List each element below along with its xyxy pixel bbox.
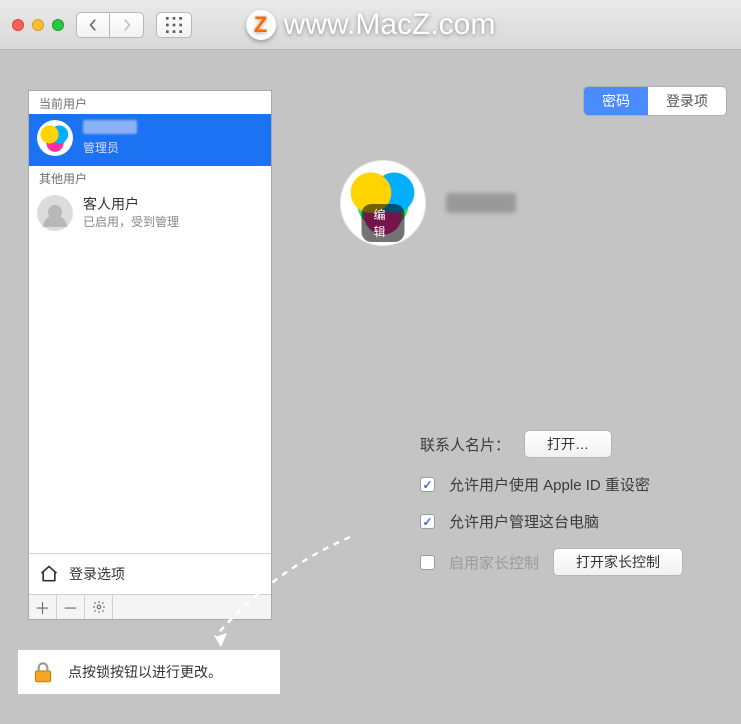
minimize-window-button[interactable] — [32, 19, 44, 31]
lock-bar[interactable]: 点按锁按钮以进行更改。 — [18, 650, 280, 694]
sidebar-user-current[interactable]: 管理员 — [29, 114, 271, 166]
lock-bar-text: 点按锁按钮以进行更改。 — [68, 662, 222, 682]
lock-icon — [30, 659, 56, 685]
user-actions-button[interactable] — [85, 595, 113, 619]
avatar-guest — [37, 195, 73, 231]
traffic-lights — [12, 19, 64, 31]
back-button[interactable] — [76, 12, 110, 38]
sidebar-footer: ＋ － — [29, 594, 271, 619]
home-icon — [39, 564, 59, 584]
guest-status: 已启用，受到管理 — [83, 213, 179, 230]
avatar-edit-badge[interactable]: 编辑 — [362, 204, 405, 242]
forward-button[interactable] — [110, 12, 144, 38]
sidebar-login-options[interactable]: 登录选项 — [29, 553, 271, 594]
contact-card-row: 联系人名片： 打开… — [420, 430, 741, 458]
sidebar-user-guest[interactable]: 客人用户 已启用，受到管理 — [29, 189, 271, 241]
open-contact-button[interactable]: 打开… — [524, 430, 612, 458]
tab-login-items[interactable]: 登录项 — [648, 87, 726, 115]
allow-admin-row[interactable]: 允许用户管理这台电脑 — [420, 511, 741, 532]
profile-block: 编辑 — [340, 160, 516, 246]
allow-appleid-row[interactable]: 允许用户使用 Apple ID 重设密 — [420, 474, 741, 495]
contact-card-label: 联系人名片： — [420, 434, 510, 455]
watermark-logo: Z — [246, 10, 276, 40]
allow-appleid-label: 允许用户使用 Apple ID 重设密 — [449, 474, 650, 495]
users-sidebar: 当前用户 管理员 其他用户 客人用户 已启用，受到管理 登录选项 ＋ － — [28, 90, 272, 620]
open-parental-button[interactable]: 打开家长控制 — [553, 548, 683, 576]
remove-user-button[interactable]: － — [57, 595, 85, 619]
user-settings-form: 联系人名片： 打开… 允许用户使用 Apple ID 重设密 允许用户管理这台电… — [420, 430, 741, 592]
avatar — [37, 120, 73, 156]
checkbox-appleid[interactable] — [420, 477, 435, 492]
login-options-label: 登录选项 — [69, 564, 125, 584]
zoom-window-button[interactable] — [52, 19, 64, 31]
content-area: 当前用户 管理员 其他用户 客人用户 已启用，受到管理 登录选项 ＋ － — [0, 50, 741, 724]
allow-admin-label: 允许用户管理这台电脑 — [449, 511, 599, 532]
gear-icon — [92, 600, 106, 614]
detail-panel: 密码 登录项 编辑 联系人名片： 打开… 允许用户使用 Apple ID 重设密… — [300, 80, 741, 724]
tab-password[interactable]: 密码 — [584, 87, 648, 115]
user-role: 管理员 — [83, 139, 137, 156]
add-user-button[interactable]: ＋ — [29, 595, 57, 619]
checkbox-admin[interactable] — [420, 514, 435, 529]
profile-avatar[interactable]: 编辑 — [340, 160, 426, 246]
profile-name-redacted — [446, 193, 516, 213]
sidebar-current-header: 当前用户 — [29, 91, 271, 114]
close-window-button[interactable] — [12, 19, 24, 31]
user-name-redacted — [83, 120, 137, 134]
checkbox-parental[interactable] — [420, 555, 435, 570]
sidebar-other-header: 其他用户 — [29, 166, 271, 189]
window-titlebar: Z www.MacZ.com — [0, 0, 741, 50]
nav-buttons — [76, 12, 144, 38]
guest-name: 客人用户 — [83, 196, 179, 214]
tab-group: 密码 登录项 — [583, 86, 727, 116]
parental-label: 启用家长控制 — [449, 552, 539, 573]
parental-row: 启用家长控制 打开家长控制 — [420, 548, 741, 576]
watermark-text: www.MacZ.com — [284, 8, 496, 42]
watermark: Z www.MacZ.com — [246, 8, 496, 42]
show-all-prefs-button[interactable] — [156, 12, 192, 38]
